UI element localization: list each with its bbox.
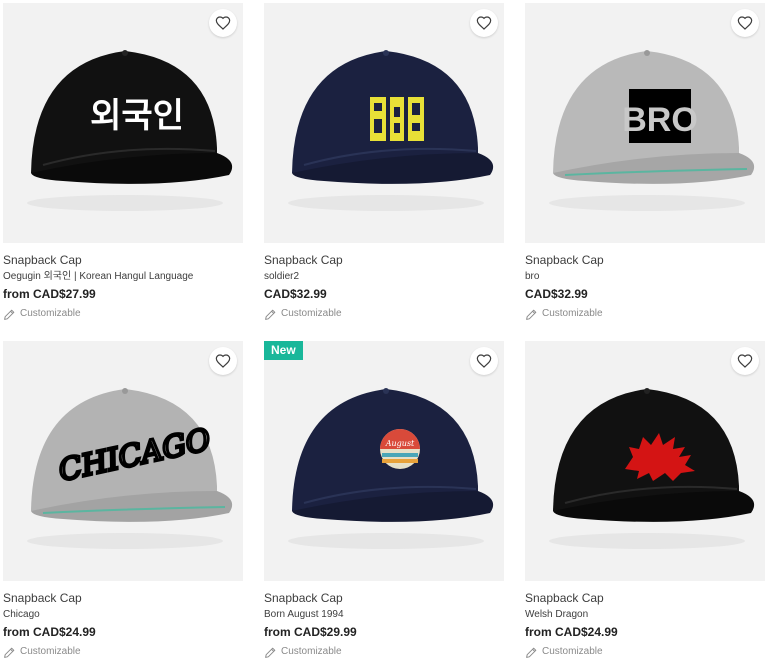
product-image[interactable]: August New xyxy=(264,341,504,581)
product-name[interactable]: Chicago xyxy=(3,608,243,622)
pencil-icon xyxy=(4,309,15,320)
product-price: from CAD$29.99 xyxy=(264,625,357,639)
cap-print-text: 외국인 xyxy=(90,96,184,136)
new-badge: New xyxy=(264,341,303,360)
product-price: from CAD$24.99 xyxy=(525,625,618,639)
product-card[interactable]: Snapback Cap soldier2 CAD$32.99 Customiz… xyxy=(264,3,504,321)
customizable-text: Customizable xyxy=(281,308,342,319)
product-price: CAD$32.99 xyxy=(264,287,327,301)
favorite-button[interactable] xyxy=(470,9,498,37)
product-card[interactable]: BRO Snapback Cap bro CAD$32.99 Customiza… xyxy=(525,3,765,321)
heart-outline-icon xyxy=(215,354,231,368)
customizable-text: Customizable xyxy=(542,308,603,319)
customizable-label: Customizable xyxy=(525,307,765,321)
customizable-text: Customizable xyxy=(542,646,603,657)
product-price: from CAD$24.99 xyxy=(3,625,96,639)
customizable-label: Customizable xyxy=(525,645,765,659)
customizable-text: Customizable xyxy=(281,646,342,657)
product-name[interactable]: bro xyxy=(525,270,765,284)
customizable-text: Customizable xyxy=(20,646,81,657)
pencil-icon xyxy=(526,647,537,658)
heart-outline-icon xyxy=(476,16,492,30)
pencil-icon xyxy=(265,647,276,658)
heart-outline-icon xyxy=(737,16,753,30)
heart-outline-icon xyxy=(737,354,753,368)
product-type: Snapback Cap xyxy=(525,253,604,267)
customizable-label: Customizable xyxy=(3,307,243,321)
product-name[interactable]: Born August 1994 xyxy=(264,608,504,622)
favorite-button[interactable] xyxy=(209,347,237,375)
product-type: Snapback Cap xyxy=(3,253,82,267)
product-name[interactable]: Oegugin 외국인 | Korean Hangul Language xyxy=(3,270,243,284)
product-card[interactable]: 외국인 Snapback Cap Oegugin 외국인 | Korean Ha… xyxy=(3,3,243,321)
product-image[interactable]: BRO xyxy=(525,3,765,243)
product-price: from CAD$27.99 xyxy=(3,287,96,301)
favorite-button[interactable] xyxy=(731,347,759,375)
customizable-label: Customizable xyxy=(264,645,504,659)
product-name[interactable]: Welsh Dragon xyxy=(525,608,765,622)
heart-outline-icon xyxy=(215,16,231,30)
cap-print-text: BRO xyxy=(622,101,698,139)
product-image[interactable]: 외국인 xyxy=(3,3,243,243)
product-image[interactable]: CHICAGO xyxy=(3,341,243,581)
product-price: CAD$32.99 xyxy=(525,287,588,301)
product-image[interactable] xyxy=(525,341,765,581)
favorite-button[interactable] xyxy=(731,9,759,37)
product-name[interactable]: soldier2 xyxy=(264,270,504,284)
product-card[interactable]: CHICAGO Snapback Cap Chicago from CAD$24… xyxy=(3,341,243,659)
product-card[interactable]: August New Snapback Cap Born August 1994… xyxy=(264,341,504,659)
cap-print-text: August xyxy=(385,439,415,448)
product-card[interactable]: Snapback Cap Welsh Dragon from CAD$24.99… xyxy=(525,341,765,659)
product-type: Snapback Cap xyxy=(264,253,343,267)
product-image[interactable] xyxy=(264,3,504,243)
product-type: Snapback Cap xyxy=(525,591,604,605)
product-type: Snapback Cap xyxy=(264,591,343,605)
pencil-icon xyxy=(4,647,15,658)
favorite-button[interactable] xyxy=(470,347,498,375)
customizable-label: Customizable xyxy=(3,645,243,659)
pencil-icon xyxy=(526,309,537,320)
customizable-label: Customizable xyxy=(264,307,504,321)
customizable-text: Customizable xyxy=(20,308,81,319)
product-type: Snapback Cap xyxy=(3,591,82,605)
pencil-icon xyxy=(265,309,276,320)
favorite-button[interactable] xyxy=(209,9,237,37)
heart-outline-icon xyxy=(476,354,492,368)
